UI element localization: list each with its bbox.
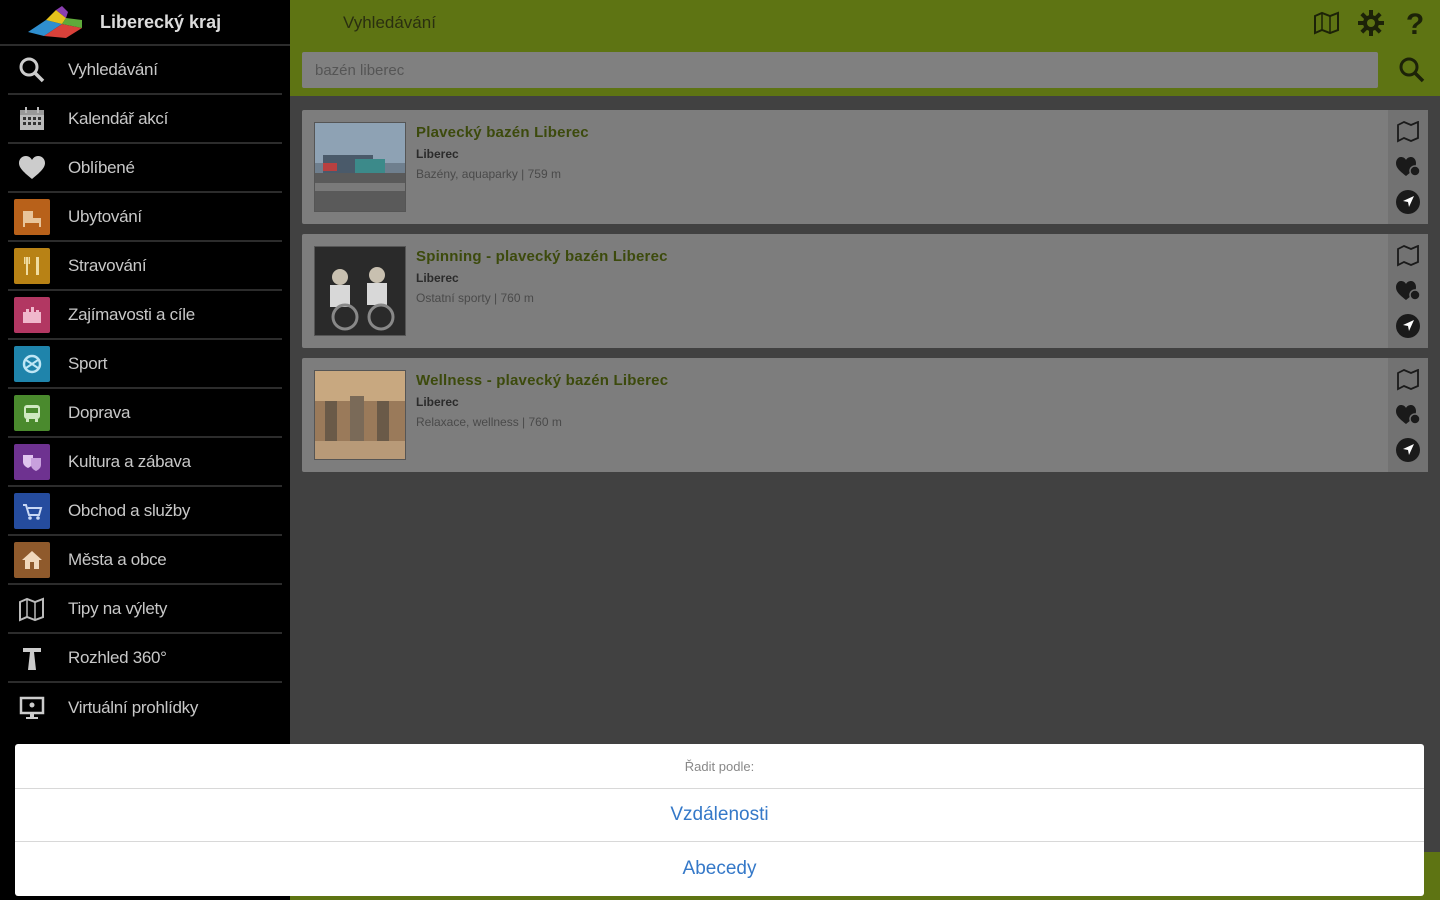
add-favorite-icon[interactable] [1394, 277, 1422, 305]
results-list: Plavecký bazén Liberec Liberec Bazény, a… [302, 110, 1428, 482]
result-actions [1388, 234, 1428, 348]
sidebar-item-accommodation[interactable]: Ubytování [8, 193, 282, 242]
result-text: Wellness - plavecký bazén Liberec Libere… [416, 372, 668, 429]
map-icon[interactable] [1394, 366, 1422, 394]
result-card[interactable]: Plavecký bazén Liberec Liberec Bazény, a… [302, 110, 1428, 224]
top-bar: Vyhledávání ? [290, 0, 1440, 46]
sidebar-item-virtual-tours[interactable]: Virtuální prohlídky [8, 683, 282, 732]
result-actions [1388, 358, 1428, 472]
search-input[interactable] [302, 52, 1378, 88]
sidebar-item-label: Rozhled 360° [68, 647, 167, 667]
result-title[interactable]: Plavecký bazén Liberec [416, 124, 589, 141]
result-city: Liberec [416, 147, 459, 161]
search-icon [14, 52, 50, 88]
search-bar [290, 46, 1440, 96]
sidebar-item-sport[interactable]: Sport [8, 340, 282, 389]
cutlery-icon [14, 247, 50, 284]
result-subtitle: Bazény, aquaparky | 759 m [416, 167, 561, 181]
sidebar-item-label: Ubytování [68, 206, 142, 226]
sidebar-item-label: Vyhledávání [68, 59, 158, 79]
navigate-icon[interactable] [1394, 188, 1422, 216]
house-icon [14, 541, 50, 578]
sidebar-item-transport[interactable]: Doprava [8, 389, 282, 438]
tower-icon [14, 640, 50, 676]
map-icon[interactable] [1394, 242, 1422, 270]
region-logo [26, 6, 86, 38]
svg-text:?: ? [1406, 8, 1424, 38]
sidebar-item-label: Zajímavosti a cíle [68, 304, 195, 324]
theater-icon [14, 443, 50, 480]
sidebar-item-dining[interactable]: Stravování [8, 242, 282, 291]
bed-icon [14, 198, 50, 235]
sidebar-item-shops[interactable]: Obchod a služby [8, 487, 282, 536]
result-thumbnail [314, 370, 406, 460]
result-city: Liberec [416, 395, 459, 409]
map-icon [14, 591, 50, 627]
add-favorite-icon[interactable] [1394, 153, 1422, 181]
sidebar-title: Liberecký kraj [100, 11, 222, 32]
result-city: Liberec [416, 271, 459, 285]
sidebar-item-search[interactable]: Vyhledávání [8, 46, 282, 95]
result-card[interactable]: Spinning - plavecký bazén Liberec Libere… [302, 234, 1428, 348]
navigate-icon[interactable] [1394, 436, 1422, 464]
sidebar-item-attractions[interactable]: Zajímavosti a cíle [8, 291, 282, 340]
calendar-icon [14, 101, 50, 137]
result-subtitle: Relaxace, wellness | 760 m [416, 415, 562, 429]
app-root: Liberecký kraj Vyhledávání Kalendář akcí… [0, 0, 1440, 900]
monitor-icon [14, 690, 50, 726]
result-thumbnail [314, 246, 406, 336]
result-actions [1388, 110, 1428, 224]
result-text: Plavecký bazén Liberec Liberec Bazény, a… [416, 124, 589, 181]
sort-action-sheet: Řadit podle: Vzdálenosti Abecedy [15, 744, 1424, 896]
help-icon[interactable]: ? [1400, 8, 1430, 38]
navigate-icon[interactable] [1394, 312, 1422, 340]
sidebar-item-label: Stravování [68, 255, 147, 275]
result-subtitle: Ostatní sporty | 760 m [416, 291, 534, 305]
sidebar-item-trips[interactable]: Tipy na výlety [8, 585, 282, 634]
sidebar-item-label: Oblíbené [68, 157, 135, 177]
map-icon[interactable] [1394, 118, 1422, 146]
add-favorite-icon[interactable] [1394, 401, 1422, 429]
sort-by-distance-option[interactable]: Vzdálenosti [15, 789, 1424, 842]
sport-icon [14, 345, 50, 382]
sidebar-item-favorites[interactable]: Oblíbené [8, 144, 282, 193]
page-title: Vyhledávání [343, 13, 436, 32]
bus-icon [14, 394, 50, 431]
sort-by-alphabet-option[interactable]: Abecedy [15, 842, 1424, 895]
result-text: Spinning - plavecký bazén Liberec Libere… [416, 248, 668, 305]
sidebar-header: Liberecký kraj [0, 0, 290, 46]
map-view-icon[interactable] [1312, 8, 1342, 38]
sidebar-item-towns[interactable]: Města a obce [8, 536, 282, 585]
sidebar-item-label: Tipy na výlety [68, 598, 168, 618]
sidebar-item-culture[interactable]: Kultura a zábava [8, 438, 282, 487]
sidebar-item-view360[interactable]: Rozhled 360° [8, 634, 282, 683]
shop-icon [14, 492, 50, 529]
result-title[interactable]: Spinning - plavecký bazén Liberec [416, 248, 668, 265]
gear-icon[interactable] [1356, 8, 1386, 38]
castle-icon [14, 296, 50, 333]
sidebar-item-label: Města a obce [68, 549, 167, 569]
sheet-title: Řadit podle: [15, 744, 1424, 789]
search-button[interactable] [1396, 54, 1428, 86]
top-actions: ? [1312, 8, 1430, 38]
sidebar-item-label: Kalendář akcí [68, 108, 169, 128]
result-card[interactable]: Wellness - plavecký bazén Liberec Libere… [302, 358, 1428, 472]
sidebar-item-label: Sport [68, 353, 108, 373]
sidebar-item-label: Virtuální prohlídky [68, 697, 199, 717]
sidebar-item-label: Obchod a služby [68, 500, 191, 520]
sidebar-item-label: Doprava [68, 402, 131, 422]
sidebar-item-calendar[interactable]: Kalendář akcí [8, 95, 282, 144]
heart-icon [14, 150, 50, 186]
sidebar-item-label: Kultura a zábava [68, 451, 191, 471]
result-thumbnail [314, 122, 406, 212]
result-title[interactable]: Wellness - plavecký bazén Liberec [416, 372, 668, 389]
